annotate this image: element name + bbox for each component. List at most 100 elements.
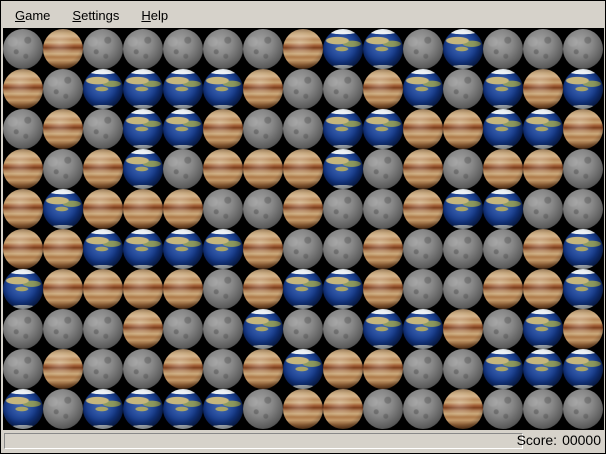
ball-jupiter[interactable]: [443, 109, 483, 149]
ball-earth[interactable]: [243, 309, 283, 349]
menu-item-help[interactable]: Help: [130, 4, 179, 27]
ball-earth[interactable]: [323, 269, 363, 309]
ball-jupiter[interactable]: [523, 269, 563, 309]
ball-moon[interactable]: [283, 229, 323, 269]
ball-jupiter[interactable]: [163, 189, 203, 229]
ball-jupiter[interactable]: [403, 149, 443, 189]
ball-jupiter[interactable]: [43, 29, 83, 69]
ball-earth[interactable]: [563, 229, 603, 269]
ball-moon[interactable]: [43, 309, 83, 349]
ball-jupiter[interactable]: [83, 149, 123, 189]
ball-jupiter[interactable]: [123, 189, 163, 229]
ball-moon[interactable]: [403, 29, 443, 69]
ball-moon[interactable]: [163, 149, 203, 189]
ball-earth[interactable]: [83, 69, 123, 109]
ball-jupiter[interactable]: [243, 269, 283, 309]
ball-moon[interactable]: [323, 69, 363, 109]
ball-jupiter[interactable]: [523, 69, 563, 109]
ball-moon[interactable]: [163, 309, 203, 349]
ball-earth[interactable]: [363, 309, 403, 349]
ball-jupiter[interactable]: [243, 349, 283, 389]
ball-jupiter[interactable]: [163, 349, 203, 389]
ball-moon[interactable]: [43, 69, 83, 109]
ball-earth[interactable]: [523, 309, 563, 349]
ball-moon[interactable]: [443, 269, 483, 309]
ball-jupiter[interactable]: [243, 69, 283, 109]
ball-moon[interactable]: [443, 149, 483, 189]
ball-earth[interactable]: [483, 189, 523, 229]
ball-moon[interactable]: [483, 389, 523, 429]
ball-moon[interactable]: [3, 349, 43, 389]
ball-moon[interactable]: [563, 389, 603, 429]
ball-earth[interactable]: [123, 69, 163, 109]
ball-earth[interactable]: [363, 29, 403, 69]
ball-moon[interactable]: [243, 189, 283, 229]
ball-moon[interactable]: [563, 29, 603, 69]
ball-moon[interactable]: [283, 309, 323, 349]
ball-moon[interactable]: [403, 389, 443, 429]
ball-earth[interactable]: [203, 389, 243, 429]
ball-moon[interactable]: [323, 229, 363, 269]
ball-moon[interactable]: [443, 69, 483, 109]
ball-earth[interactable]: [123, 229, 163, 269]
ball-jupiter[interactable]: [283, 29, 323, 69]
ball-earth[interactable]: [403, 309, 443, 349]
ball-jupiter[interactable]: [163, 269, 203, 309]
ball-jupiter[interactable]: [243, 229, 283, 269]
ball-moon[interactable]: [3, 29, 43, 69]
ball-earth[interactable]: [363, 109, 403, 149]
ball-moon[interactable]: [83, 109, 123, 149]
ball-moon[interactable]: [123, 29, 163, 69]
ball-moon[interactable]: [523, 189, 563, 229]
ball-jupiter[interactable]: [283, 149, 323, 189]
ball-jupiter[interactable]: [43, 229, 83, 269]
ball-jupiter[interactable]: [363, 69, 403, 109]
ball-earth[interactable]: [83, 389, 123, 429]
ball-moon[interactable]: [483, 29, 523, 69]
ball-jupiter[interactable]: [443, 389, 483, 429]
ball-moon[interactable]: [563, 149, 603, 189]
ball-jupiter[interactable]: [43, 269, 83, 309]
ball-earth[interactable]: [483, 349, 523, 389]
ball-moon[interactable]: [323, 309, 363, 349]
ball-earth[interactable]: [563, 349, 603, 389]
ball-jupiter[interactable]: [363, 349, 403, 389]
ball-earth[interactable]: [83, 229, 123, 269]
ball-moon[interactable]: [203, 349, 243, 389]
ball-moon[interactable]: [563, 189, 603, 229]
ball-moon[interactable]: [363, 189, 403, 229]
ball-earth[interactable]: [443, 29, 483, 69]
ball-earth[interactable]: [483, 69, 523, 109]
ball-moon[interactable]: [123, 349, 163, 389]
ball-earth[interactable]: [163, 229, 203, 269]
menu-item-settings[interactable]: Settings: [61, 4, 130, 27]
ball-jupiter[interactable]: [523, 149, 563, 189]
ball-earth[interactable]: [443, 189, 483, 229]
ball-moon[interactable]: [443, 229, 483, 269]
ball-jupiter[interactable]: [523, 229, 563, 269]
ball-earth[interactable]: [123, 109, 163, 149]
ball-earth[interactable]: [3, 389, 43, 429]
ball-earth[interactable]: [163, 69, 203, 109]
ball-moon[interactable]: [203, 269, 243, 309]
ball-moon[interactable]: [83, 29, 123, 69]
ball-moon[interactable]: [483, 309, 523, 349]
ball-jupiter[interactable]: [363, 269, 403, 309]
ball-earth[interactable]: [563, 269, 603, 309]
ball-earth[interactable]: [563, 69, 603, 109]
ball-jupiter[interactable]: [123, 269, 163, 309]
ball-jupiter[interactable]: [403, 109, 443, 149]
ball-jupiter[interactable]: [483, 269, 523, 309]
ball-moon[interactable]: [83, 309, 123, 349]
ball-earth[interactable]: [323, 29, 363, 69]
ball-earth[interactable]: [323, 149, 363, 189]
ball-jupiter[interactable]: [403, 189, 443, 229]
ball-jupiter[interactable]: [283, 389, 323, 429]
ball-earth[interactable]: [403, 69, 443, 109]
ball-earth[interactable]: [43, 189, 83, 229]
ball-earth[interactable]: [163, 109, 203, 149]
ball-moon[interactable]: [3, 309, 43, 349]
ball-moon[interactable]: [83, 349, 123, 389]
ball-jupiter[interactable]: [3, 189, 43, 229]
ball-moon[interactable]: [483, 229, 523, 269]
